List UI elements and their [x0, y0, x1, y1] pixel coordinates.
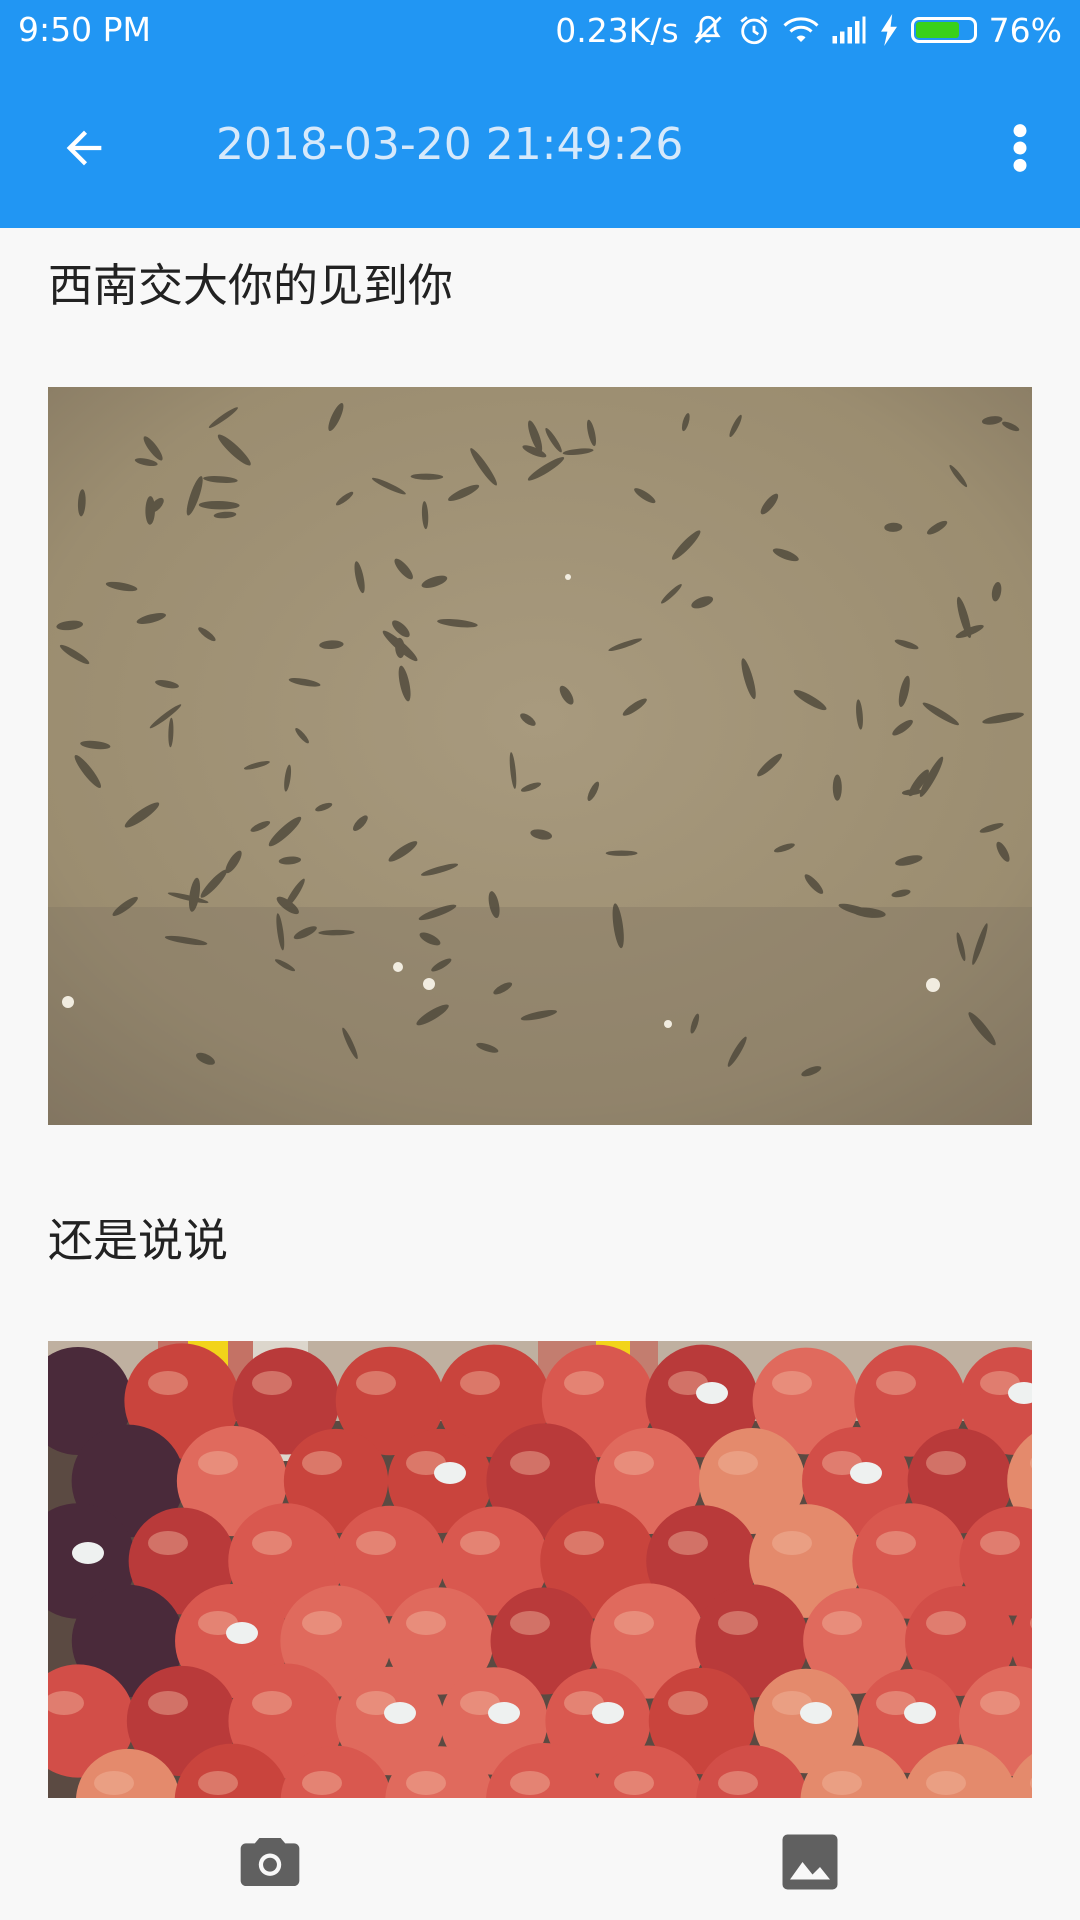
- fish-photo[interactable]: [48, 387, 1032, 1125]
- note-text-1[interactable]: 西南交大你的见到你: [48, 256, 453, 316]
- more-options-button[interactable]: [984, 112, 1056, 184]
- mute-icon: [691, 10, 725, 50]
- gallery-button[interactable]: [774, 1826, 846, 1898]
- signal-icon: [831, 10, 867, 50]
- note-text-2[interactable]: 还是说说: [48, 1211, 228, 1271]
- network-speed: 0.23K/s: [555, 10, 679, 50]
- charging-icon: [879, 10, 899, 50]
- page-title: 2018-03-20 21:49:26: [216, 119, 684, 170]
- fruit-photo[interactable]: [48, 1341, 1032, 1798]
- camera-button[interactable]: [234, 1826, 306, 1898]
- battery-percent: 76%: [988, 10, 1062, 50]
- app-bar: 2018-03-20 21:49:26: [0, 60, 1080, 228]
- image-icon: [782, 1834, 838, 1890]
- note-content[interactable]: 西南交大你的见到你 还是说说: [0, 228, 1080, 1798]
- bottom-toolbar: [0, 1798, 1080, 1920]
- status-time: 9:50 PM: [18, 10, 151, 49]
- camera-icon: [240, 1838, 300, 1886]
- status-bar: 9:50 PM 0.23K/s 76%: [0, 0, 1080, 60]
- arrow-back-icon: [66, 130, 102, 166]
- more-vert-icon: [1013, 124, 1027, 172]
- wifi-icon: [783, 10, 819, 50]
- status-icons: 0.23K/s 76%: [555, 10, 1062, 50]
- alarm-icon: [737, 10, 771, 50]
- battery-icon: [910, 17, 977, 43]
- back-button[interactable]: [48, 112, 120, 184]
